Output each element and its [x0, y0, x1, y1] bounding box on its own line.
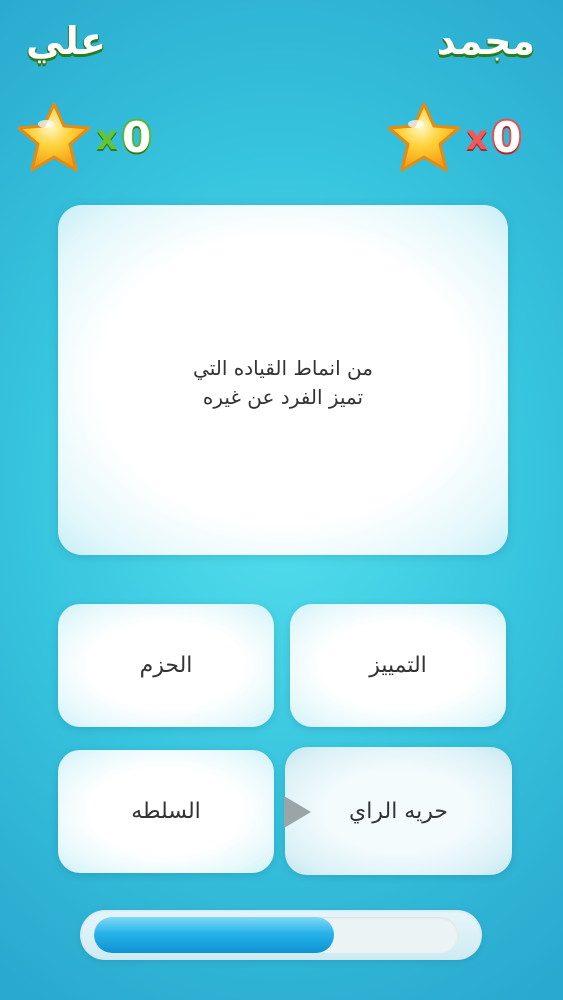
answer-label: الحزم: [139, 653, 193, 678]
answer-label: السلطه: [131, 799, 201, 824]
player-name-left: علي: [26, 19, 106, 63]
timer-progress-track: [94, 917, 458, 953]
question-card: من انماط القياده التي تميز الفرد عن غيره: [58, 205, 508, 555]
multiply-sign: x: [466, 118, 488, 158]
timer-progress-fill: [94, 917, 335, 953]
right-score: 0: [490, 113, 523, 162]
timer-progress-bar: [80, 910, 482, 960]
answer-label: التمييز: [369, 653, 427, 678]
answer-label: حريه الراي: [349, 798, 448, 824]
answer-button-d[interactable]: حريه الراي: [285, 747, 512, 875]
left-score: 0: [120, 113, 153, 162]
question-text: من انماط القياده التي تميز الفرد عن غيره: [193, 356, 373, 409]
left-score-group: x 0: [14, 100, 153, 176]
player-name-right: مجمد: [436, 19, 535, 63]
answer-button-b[interactable]: التمييز: [290, 604, 506, 727]
multiply-sign: x: [96, 118, 118, 158]
star-icon: [17, 102, 91, 172]
right-score-group: x 0: [384, 100, 523, 176]
answer-button-c[interactable]: السلطه: [58, 750, 274, 873]
answer-button-a[interactable]: الحزم: [58, 604, 274, 727]
star-icon: [387, 102, 461, 172]
pointer-arrow-icon: [284, 796, 311, 828]
